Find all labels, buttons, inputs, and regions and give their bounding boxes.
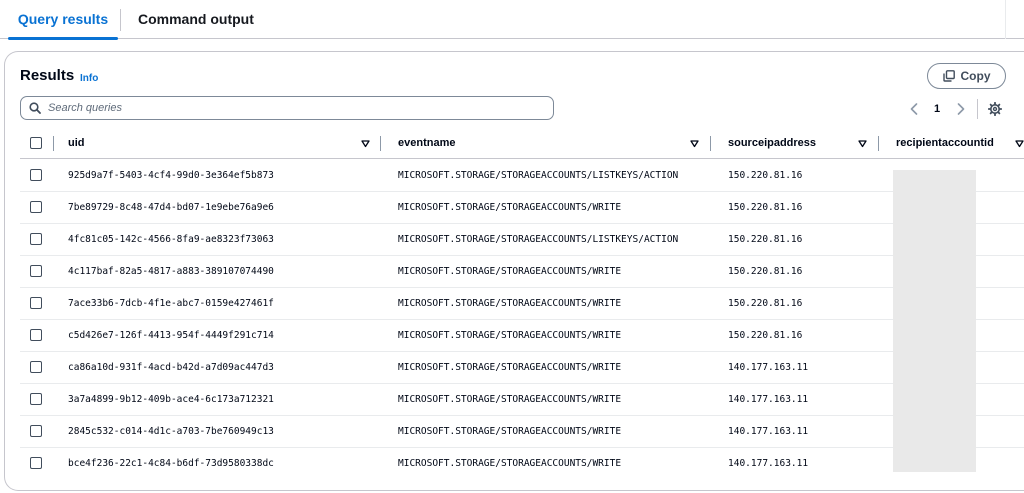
row-checkbox[interactable]: [30, 169, 42, 181]
column-separator: [53, 136, 54, 151]
cell-eventname: MICROSOFT.STORAGE/STORAGEACCOUNTS/WRITE: [398, 426, 622, 437]
tab-bar-divider: [1005, 0, 1006, 39]
row-checkbox[interactable]: [30, 393, 42, 405]
row-checkbox[interactable]: [30, 233, 42, 245]
table-row[interactable]: 3a7a4899-9b12-409b-ace4-6c173a712321 MIC…: [20, 384, 1024, 416]
table-row[interactable]: ca86a10d-931f-4acd-b42d-a7d09ac447d3 MIC…: [20, 352, 1024, 384]
tab-query-results[interactable]: Query results: [8, 0, 118, 40]
tab-bar: Query results Command output: [0, 0, 1024, 40]
previous-page-button[interactable]: [906, 99, 922, 119]
search-input[interactable]: [48, 102, 528, 114]
column-resizer[interactable]: [380, 136, 381, 151]
gear-icon: [988, 102, 1002, 116]
tab-command-output[interactable]: Command output: [138, 0, 254, 39]
sort-down-icon[interactable]: [1015, 139, 1024, 148]
column-header-uid[interactable]: uid: [68, 128, 85, 159]
preferences-button[interactable]: [986, 99, 1004, 119]
cell-uid: 925d9a7f-5403-4cf4-99d0-3e364ef5b873: [68, 170, 274, 181]
cell-uid: ca86a10d-931f-4acd-b42d-a7d09ac447d3: [68, 362, 274, 373]
cell-sourceipaddress: 140.177.163.11: [728, 362, 809, 373]
cell-sourceipaddress: 150.220.81.16: [728, 234, 803, 245]
row-checkbox[interactable]: [30, 297, 42, 309]
table-row[interactable]: bce4f236-22c1-4c84-b6df-73d9580338dc MIC…: [20, 448, 1024, 480]
copy-button-label: Copy: [960, 69, 991, 83]
redacted-recipientaccountid-values: [893, 170, 976, 472]
table-row[interactable]: 925d9a7f-5403-4cf4-99d0-3e364ef5b873 MIC…: [20, 160, 1024, 192]
table-row[interactable]: 4fc81c05-142c-4566-8fa9-ae8323f73063 MIC…: [20, 224, 1024, 256]
row-checkbox[interactable]: [30, 201, 42, 213]
cell-sourceipaddress: 150.220.81.16: [728, 266, 803, 277]
cell-uid: 7be89729-8c48-47d4-bd07-1e9ebe76a9e6: [68, 202, 274, 213]
row-checkbox[interactable]: [30, 425, 42, 437]
sort-down-icon[interactable]: [361, 139, 370, 148]
cell-sourceipaddress: 140.177.163.11: [728, 394, 809, 405]
column-header-eventname[interactable]: eventname: [398, 128, 455, 159]
table-row[interactable]: 4c117baf-82a5-4817-a883-389107074490 MIC…: [20, 256, 1024, 288]
column-header-sourceipaddress[interactable]: sourceipaddress: [728, 128, 816, 159]
cell-sourceipaddress: 140.177.163.11: [728, 426, 809, 437]
cell-uid: 7ace33b6-7dcb-4f1e-abc7-0159e427461f: [68, 298, 274, 309]
cell-eventname: MICROSOFT.STORAGE/STORAGEACCOUNTS/WRITE: [398, 330, 622, 341]
cell-eventname: MICROSOFT.STORAGE/STORAGEACCOUNTS/WRITE: [398, 298, 622, 309]
sort-down-icon[interactable]: [690, 139, 699, 148]
next-page-button[interactable]: [953, 99, 969, 119]
cell-sourceipaddress: 150.220.81.16: [728, 170, 803, 181]
table-row[interactable]: 2845c532-c014-4d1c-a703-7be760949c13 MIC…: [20, 416, 1024, 448]
row-checkbox[interactable]: [30, 361, 42, 373]
search-icon: [29, 102, 41, 114]
table-row[interactable]: c5d426e7-126f-4413-954f-4449f291c714 MIC…: [20, 320, 1024, 352]
cell-eventname: MICROSOFT.STORAGE/STORAGEACCOUNTS/WRITE: [398, 202, 622, 213]
cell-eventname: MICROSOFT.STORAGE/STORAGEACCOUNTS/WRITE: [398, 458, 622, 469]
pagination-divider: [977, 99, 978, 119]
table-row[interactable]: 7be89729-8c48-47d4-bd07-1e9ebe76a9e6 MIC…: [20, 192, 1024, 224]
sort-down-icon[interactable]: [858, 139, 867, 148]
cell-sourceipaddress: 150.220.81.16: [728, 298, 803, 309]
chevron-right-icon: [957, 103, 965, 115]
column-header-recipientaccountid[interactable]: recipientaccountid: [896, 128, 994, 159]
row-checkbox[interactable]: [30, 265, 42, 277]
cell-uid: 4fc81c05-142c-4566-8fa9-ae8323f73063: [68, 234, 274, 245]
tab-divider: [120, 9, 121, 31]
cell-sourceipaddress: 150.220.81.16: [728, 330, 803, 341]
cell-eventname: MICROSOFT.STORAGE/STORAGEACCOUNTS/WRITE: [398, 266, 622, 277]
cell-uid: bce4f236-22c1-4c84-b6df-73d9580338dc: [68, 458, 274, 469]
search-box[interactable]: [20, 96, 554, 120]
cell-uid: 4c117baf-82a5-4817-a883-389107074490: [68, 266, 274, 277]
copy-icon: [942, 70, 955, 82]
copy-button[interactable]: Copy: [927, 63, 1006, 89]
cell-eventname: MICROSOFT.STORAGE/STORAGEACCOUNTS/WRITE: [398, 394, 622, 405]
results-title: Results: [20, 67, 75, 84]
current-page-number[interactable]: 1: [931, 99, 943, 119]
row-checkbox[interactable]: [30, 457, 42, 469]
column-resizer[interactable]: [878, 136, 879, 151]
cell-eventname: MICROSOFT.STORAGE/STORAGEACCOUNTS/WRITE: [398, 362, 622, 373]
cell-eventname: MICROSOFT.STORAGE/STORAGEACCOUNTS/LISTKE…: [398, 170, 679, 181]
table-header: uid eventname sourceipaddress recipienta…: [20, 128, 1024, 159]
cell-uid: c5d426e7-126f-4413-954f-4449f291c714: [68, 330, 274, 341]
info-link[interactable]: Info: [80, 73, 98, 84]
cell-uid: 2845c532-c014-4d1c-a703-7be760949c13: [68, 426, 274, 437]
cell-sourceipaddress: 150.220.81.16: [728, 202, 803, 213]
select-all-checkbox[interactable]: [30, 137, 42, 149]
column-resizer[interactable]: [710, 136, 711, 151]
cell-sourceipaddress: 140.177.163.11: [728, 458, 809, 469]
cell-eventname: MICROSOFT.STORAGE/STORAGEACCOUNTS/LISTKE…: [398, 234, 679, 245]
table-row[interactable]: 7ace33b6-7dcb-4f1e-abc7-0159e427461f MIC…: [20, 288, 1024, 320]
row-checkbox[interactable]: [30, 329, 42, 341]
cell-uid: 3a7a4899-9b12-409b-ace4-6c173a712321: [68, 394, 274, 405]
chevron-left-icon: [910, 103, 918, 115]
